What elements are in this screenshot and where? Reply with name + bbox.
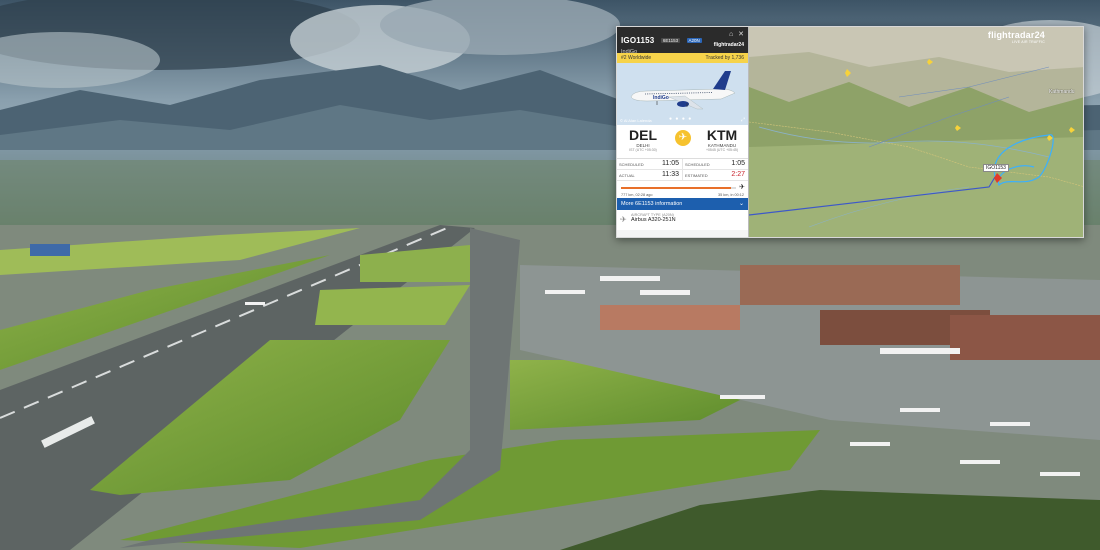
flight-info-card: IGO1153 6E1153 A20N IndiGo ⌂ ✕ flightrad… bbox=[617, 27, 749, 237]
arrival-estimated-cell: ESTIMATED 2:27 bbox=[682, 170, 748, 180]
scheduled-label: SCHEDULED bbox=[685, 162, 710, 167]
more-info-label: More 6E1153 information bbox=[621, 201, 683, 207]
arrival-scheduled-time: 1:05 bbox=[731, 160, 745, 167]
arrival-scheduled-cell: SCHEDULED 1:05 bbox=[682, 159, 748, 169]
city-label-kathmandu: Kathmandu bbox=[1049, 89, 1075, 95]
svg-text:IndiGo: IndiGo bbox=[653, 95, 669, 101]
aircraft-type-value: Airbus A320-251N bbox=[631, 217, 676, 223]
flightradar-screenshot: IGO1153 6E1153 A20N IndiGo ⌂ ✕ flightrad… bbox=[616, 26, 1084, 238]
progress-bar-fill bbox=[621, 187, 732, 189]
route-section: DEL DELHI IST (UTC +05:30) ✈ KTM KATHMAN… bbox=[617, 125, 748, 159]
aircraft-photo[interactable]: IndiGo © Al Alan Lalenda ● ● ● ● ⤢ bbox=[617, 63, 748, 125]
more-info-button[interactable]: More 6E1153 information ⌄ bbox=[617, 198, 748, 210]
chevron-down-icon: ⌄ bbox=[738, 201, 744, 207]
callsign: IGO1153 bbox=[621, 36, 655, 45]
destination-timezone: +0545 (UTC +05:45) bbox=[705, 148, 739, 152]
flight-number-badge: 6E1153 bbox=[660, 38, 681, 43]
arrival-estimated-time: 2:27 bbox=[731, 171, 745, 178]
progress-plane-icon: ✈ bbox=[739, 184, 745, 191]
close-icon[interactable]: ✕ bbox=[738, 31, 744, 38]
flight-header: IGO1153 6E1153 A20N IndiGo ⌂ ✕ flightrad… bbox=[617, 27, 748, 55]
destination-code: KTM bbox=[706, 127, 738, 143]
times-table: SCHEDULED 11:05 SCHEDULED 1:05 ACTUAL 11… bbox=[617, 159, 748, 181]
origin-timezone: IST (UTC +05:30) bbox=[629, 148, 657, 152]
departure-scheduled-cell: SCHEDULED 11:05 bbox=[617, 159, 682, 169]
progress-bar bbox=[621, 187, 736, 189]
map-flight-label[interactable]: IGO1153 bbox=[983, 164, 1009, 172]
estimated-label: ESTIMATED bbox=[685, 173, 708, 178]
departure-scheduled-time: 11:05 bbox=[662, 160, 679, 167]
fr24-mini-logo: flightradar24 bbox=[713, 42, 744, 48]
origin-airport[interactable]: DEL DELHI IST (UTC +05:30) bbox=[617, 127, 669, 152]
times-row-scheduled: SCHEDULED 11:05 SCHEDULED 1:05 bbox=[617, 159, 748, 170]
photo-carousel-dots[interactable]: ● ● ● ● bbox=[669, 116, 692, 122]
photo-credit: © Al Alan Lalenda bbox=[620, 118, 652, 123]
times-row-actual: ACTUAL 11:33 ESTIMATED 2:27 bbox=[617, 170, 748, 181]
rank-bar: #2 Worldwide Tracked by 1,736 bbox=[617, 53, 748, 63]
flight-progress: ✈ 777 km, 02:28 ago 35 km, in 00:12 bbox=[617, 181, 748, 198]
fr24-logo-subtitle: LIVE AIR TRAFFIC bbox=[1011, 40, 1045, 44]
aircraft-type-row[interactable]: ✈ AIRCRAFT TYPE (A20N) Airbus A320-251N bbox=[617, 210, 748, 230]
origin-code: DEL bbox=[629, 127, 657, 143]
departure-actual-time: 11:33 bbox=[662, 171, 679, 178]
airplane-icon: ✈ bbox=[675, 130, 691, 146]
flight-map[interactable]: flightradar24 LIVE AIR TRAFFIC Kathmandu… bbox=[749, 27, 1083, 237]
tracked-count: Tracked by 1,736 bbox=[705, 55, 744, 61]
rank-text: #2 Worldwide bbox=[621, 55, 652, 61]
destination-airport[interactable]: KTM KATHMANDU +0545 (UTC +05:45) bbox=[696, 127, 748, 152]
actual-label: ACTUAL bbox=[619, 173, 635, 178]
aircraft-type-badge: A20N bbox=[686, 38, 702, 43]
fr24-logo: flightradar24 LIVE AIR TRAFFIC bbox=[988, 30, 1045, 44]
distance-flown: 777 km, 02:28 ago bbox=[621, 193, 653, 197]
distance-remaining: 35 km, in 00:12 bbox=[718, 193, 744, 197]
map-terrain bbox=[749, 27, 1083, 237]
departure-actual-cell: ACTUAL 11:33 bbox=[617, 170, 682, 180]
expand-icon[interactable]: ⤢ bbox=[741, 117, 745, 123]
home-icon[interactable]: ⌂ bbox=[729, 31, 733, 38]
aircraft-icon: ✈ bbox=[620, 215, 627, 224]
scheduled-label: SCHEDULED bbox=[619, 162, 644, 167]
fr24-logo-text: flightradar24 bbox=[987, 30, 1045, 40]
